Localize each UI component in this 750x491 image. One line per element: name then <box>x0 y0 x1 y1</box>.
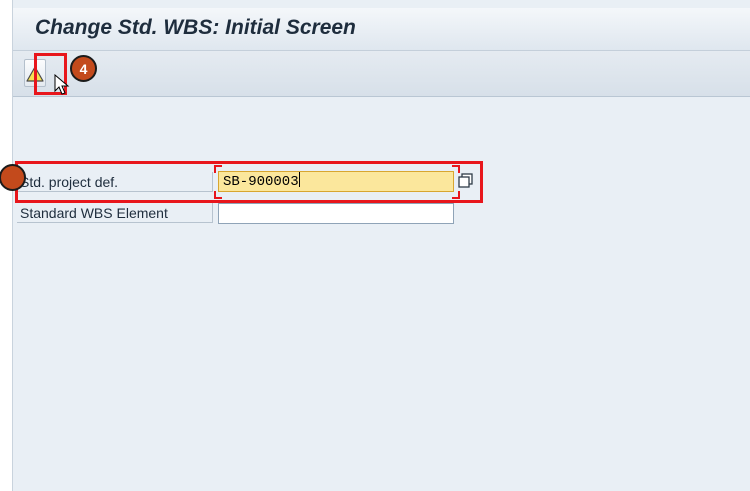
step-badge-partial <box>0 164 26 191</box>
highlight-project-def-row <box>15 161 483 203</box>
standard-wbs-element-label: Standard WBS Element <box>17 203 213 223</box>
mouse-cursor-icon <box>54 74 70 95</box>
page-title: Change Std. WBS: Initial Screen <box>35 16 356 39</box>
sap-window: Change Std. WBS: Initial Screen 4 Std. p… <box>0 0 750 491</box>
application-toolbar <box>13 51 750 97</box>
title-bar: Change Std. WBS: Initial Screen <box>13 8 750 51</box>
standard-wbs-element-input[interactable] <box>218 203 454 224</box>
step-4-badge: 4 <box>70 55 97 82</box>
